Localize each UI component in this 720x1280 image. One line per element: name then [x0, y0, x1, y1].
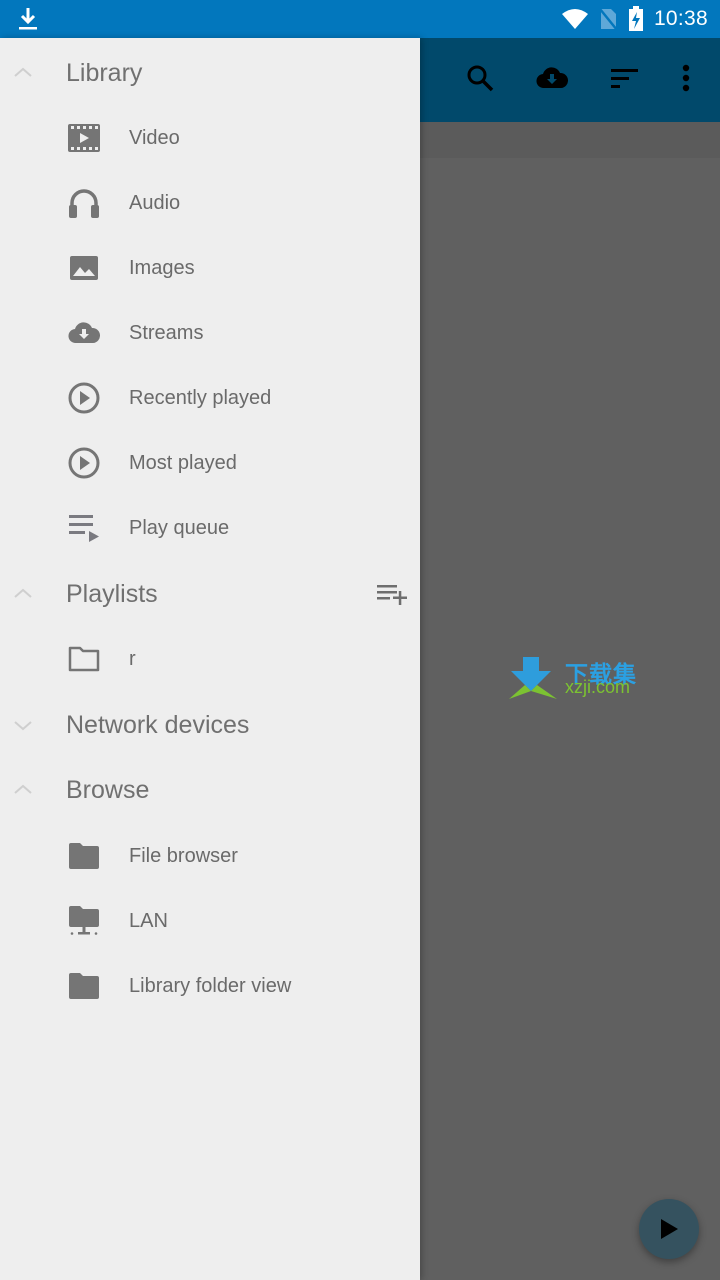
nav-item-label: File browser [129, 844, 238, 867]
cloud-download-icon [536, 67, 568, 89]
playlist-add-icon[interactable] [375, 579, 409, 609]
nav-item-label: Images [129, 256, 195, 279]
folder-network-icon [66, 903, 102, 939]
nav-item-label: Video [129, 126, 180, 149]
movie-icon [66, 120, 102, 156]
nav-item-label: Most played [129, 451, 237, 474]
sort-icon [611, 69, 638, 88]
playlist-play-icon [66, 510, 102, 546]
search-icon [467, 65, 494, 92]
nav-item-play-queue[interactable]: Play queue [0, 498, 420, 558]
play-icon [661, 1219, 678, 1239]
nav-item-lan[interactable]: LAN [0, 891, 420, 951]
chevron-up-icon [14, 67, 32, 77]
more-options-button[interactable] [670, 62, 702, 94]
no-sim-icon [598, 8, 618, 31]
section-title: Network devices [66, 710, 250, 739]
folder-icon [66, 838, 102, 874]
play-fab[interactable] [639, 1199, 699, 1259]
folder-icon [66, 968, 102, 1004]
section-library-header[interactable]: Library [0, 43, 420, 103]
sort-button[interactable] [608, 62, 640, 94]
wifi-icon [561, 9, 588, 29]
folder-outline-icon [66, 641, 102, 677]
nav-item-library-folder-view[interactable]: Library folder view [0, 956, 420, 1016]
section-playlists-header[interactable]: Playlists [0, 564, 420, 624]
nav-item-streams[interactable]: Streams [0, 303, 420, 363]
section-title: Playlists [66, 579, 158, 608]
chevron-up-icon [14, 784, 32, 794]
nav-item-label: Library folder view [129, 974, 292, 997]
nav-item-playlist-r[interactable]: r [0, 629, 420, 689]
streams-button[interactable] [536, 62, 568, 94]
chevron-down-icon [14, 721, 32, 731]
section-title: Browse [66, 775, 150, 804]
battery-charging-icon [628, 6, 643, 31]
clock: 10:38 [653, 7, 708, 30]
watermark: 下载集 xzji.com [505, 655, 650, 701]
nav-item-label: LAN [129, 909, 168, 932]
more-vert-icon [682, 64, 690, 92]
nav-item-label: Streams [129, 321, 204, 344]
watermark-en: xzji.com [565, 677, 631, 697]
nav-item-label: Play queue [129, 516, 230, 539]
nav-item-file-browser[interactable]: File browser [0, 826, 420, 886]
nav-item-label: r [129, 647, 136, 670]
play-circle-icon [66, 445, 102, 481]
headphones-icon [66, 185, 102, 221]
navigation-drawer: Library Video Audio Images Streams Recen… [0, 38, 420, 1280]
nav-item-images[interactable]: Images [0, 238, 420, 298]
nav-item-most-played[interactable]: Most played [0, 433, 420, 493]
play-circle-icon [66, 380, 102, 416]
nav-item-label: Recently played [129, 386, 272, 409]
image-icon [66, 250, 102, 286]
status-bar: 10:38 [0, 0, 720, 38]
nav-item-recently-played[interactable]: Recently played [0, 368, 420, 428]
nav-item-video[interactable]: Video [0, 108, 420, 168]
watermark-logo-icon [509, 657, 557, 699]
download-icon [19, 8, 37, 30]
cloud-download-icon [66, 315, 102, 351]
nav-item-label: Audio [129, 191, 181, 214]
nav-item-audio[interactable]: Audio [0, 173, 420, 233]
search-button[interactable] [464, 62, 496, 94]
section-title: Library [66, 58, 143, 87]
section-network-devices-header[interactable]: Network devices [0, 695, 420, 755]
section-browse-header[interactable]: Browse [0, 760, 420, 820]
chevron-up-icon [14, 588, 32, 598]
